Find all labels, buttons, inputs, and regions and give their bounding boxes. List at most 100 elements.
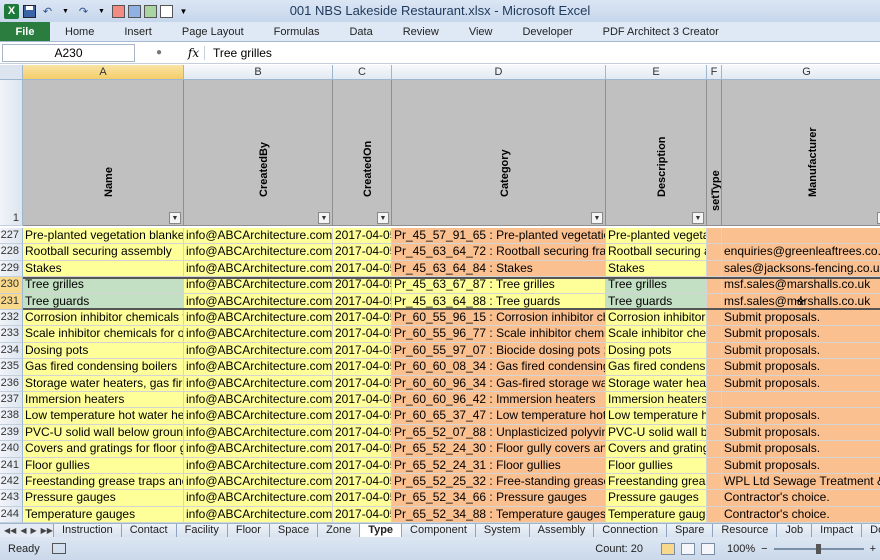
table-cell[interactable]: Corrosion inhibitor chemicals for — [23, 310, 184, 327]
table-cell[interactable]: Pre-planted vegetation blankets — [606, 228, 707, 245]
sheet-tab-instruction[interactable]: Instruction — [52, 524, 121, 537]
tab-insert[interactable]: Insert — [109, 22, 167, 41]
table-cell[interactable]: 2017-04-05T — [333, 293, 392, 310]
table-cell[interactable]: Pr_65_52_34_66 : Pressure gauges — [392, 490, 606, 507]
sheet-tab-floor[interactable]: Floor — [226, 524, 269, 537]
formula-bar-expand-icon[interactable]: ● — [135, 47, 183, 58]
table-cell[interactable]: 2017-04-05T — [333, 408, 392, 425]
table-cell[interactable]: 2017-04-05T — [333, 326, 392, 343]
undo-icon[interactable]: ↶ — [40, 4, 55, 19]
table-cell[interactable]: info@ABCArchitecture.com — [184, 408, 333, 425]
table-cell[interactable]: sales@jacksons-fencing.co.uk — [722, 260, 880, 278]
table-cell[interactable]: Submit proposals. — [722, 408, 880, 425]
table-cell[interactable]: Dosing pots — [606, 342, 707, 360]
table-cell[interactable]: info@ABCArchitecture.com — [184, 326, 333, 343]
filter-dropdown-icon[interactable]: ▼ — [318, 212, 330, 224]
table-cell[interactable]: Freestanding grease traps and c — [23, 474, 184, 491]
table-cell[interactable]: Pr_65_52_34_88 : Temperature gauges — [392, 506, 606, 523]
table-cell[interactable]: Pr_45_63_64_84 : Stakes — [392, 260, 606, 278]
table-cell[interactable]: 2017-04-05T — [333, 424, 392, 442]
row-header[interactable]: 243 — [0, 490, 23, 507]
filter-dropdown-icon[interactable]: ▼ — [692, 212, 704, 224]
table-cell[interactable] — [707, 375, 722, 392]
row-header[interactable]: 239 — [0, 424, 23, 442]
zoom-slider[interactable] — [773, 543, 864, 554]
table-cell[interactable]: Tree guards — [23, 293, 184, 310]
table-cell[interactable] — [722, 228, 880, 245]
table-cell[interactable]: 2017-04-05T — [333, 342, 392, 360]
table-cell[interactable]: info@ABCArchitecture.com — [184, 359, 333, 376]
table-cell[interactable]: 2017-04-05T — [333, 441, 392, 458]
page-break-view-icon[interactable] — [700, 542, 715, 555]
row-header[interactable]: 240 — [0, 441, 23, 458]
table-cell[interactable] — [707, 342, 722, 360]
last-sheet-icon[interactable]: ▶▶ — [41, 526, 53, 535]
row-header[interactable]: 229 — [0, 260, 23, 278]
table-cell[interactable]: Contractor's choice. — [722, 506, 880, 523]
tab-developer[interactable]: Developer — [507, 22, 587, 41]
sheet-tab-connection[interactable]: Connection — [593, 524, 666, 537]
table-cell[interactable] — [707, 310, 722, 327]
table-cell[interactable]: info@ABCArchitecture.com — [184, 277, 333, 294]
tab-view[interactable]: View — [454, 22, 508, 41]
table-cell[interactable]: Submit proposals. — [722, 359, 880, 376]
sheet-tab-type[interactable]: Type — [359, 524, 402, 537]
table-cell[interactable]: Submit proposals. — [722, 375, 880, 392]
table-cell[interactable]: info@ABCArchitecture.com — [184, 260, 333, 278]
table-cell[interactable]: info@ABCArchitecture.com — [184, 441, 333, 458]
column-header-g[interactable]: G — [722, 65, 880, 80]
select-all-corner[interactable] — [0, 65, 23, 80]
table-cell[interactable]: 2017-04-05T — [333, 506, 392, 523]
sheet-tab-system[interactable]: System — [474, 524, 529, 537]
zoom-out-button[interactable]: − — [761, 543, 767, 555]
row-header[interactable]: 227 — [0, 228, 23, 245]
table-cell[interactable]: Pr_60_55_96_15 : Corrosion inhibitor che… — [392, 310, 606, 327]
column-header-b[interactable]: B — [184, 65, 333, 80]
table-cell[interactable] — [707, 277, 722, 294]
table-cell[interactable]: Scale inhibitor chemica — [606, 326, 707, 343]
sheet-tab-space[interactable]: Space — [268, 524, 318, 537]
insert-function-button[interactable]: fx — [183, 45, 205, 60]
sheet-tab-component[interactable]: Component — [401, 524, 475, 537]
table-cell[interactable]: info@ABCArchitecture.com — [184, 342, 333, 360]
table-cell[interactable]: Pr_45_63_67_87 : Tree grilles — [392, 277, 606, 294]
column-header-d[interactable]: D — [392, 65, 606, 80]
row-header[interactable]: 244 — [0, 506, 23, 523]
table-cell[interactable] — [707, 359, 722, 376]
sheet-tab-contact[interactable]: Contact — [120, 524, 176, 537]
table-cell[interactable]: Pr_60_55_97_07 : Biocide dosing pots ; P… — [392, 342, 606, 360]
row-header[interactable]: 230 — [0, 277, 23, 294]
table-cell[interactable]: Pr_60_55_96_77 : Scale inhibitor chemica… — [392, 326, 606, 343]
redo-icon[interactable]: ↷ — [76, 4, 91, 19]
table-cell[interactable] — [707, 441, 722, 458]
row-header[interactable]: 231 — [0, 293, 23, 310]
table-cell[interactable] — [707, 506, 722, 523]
zoom-level[interactable]: 100% — [727, 543, 755, 555]
table-cell[interactable]: Pr_60_60_96_34 : Gas-fired storage water… — [392, 375, 606, 392]
table-cell[interactable]: info@ABCArchitecture.com — [184, 506, 333, 523]
table-cell[interactable]: Contractor's choice. — [722, 490, 880, 507]
table-cell[interactable]: Submit proposals. — [722, 310, 880, 327]
table-cell[interactable]: 2017-04-05T — [333, 490, 392, 507]
table-cell[interactable]: info@ABCArchitecture.com — [184, 375, 333, 392]
page-layout-view-icon[interactable] — [680, 542, 695, 555]
table-cell[interactable]: Dosing pots — [23, 342, 184, 360]
redo-dropdown-icon[interactable]: ▼ — [94, 4, 109, 19]
table-cell[interactable]: Rootball securing assembly — [606, 244, 707, 261]
sheet-tab-spare[interactable]: Spare — [665, 524, 713, 537]
table-cell[interactable] — [707, 244, 722, 261]
table-cell[interactable]: Floor gullies — [606, 457, 707, 474]
table-cell[interactable]: PVC-U solid wall below — [606, 424, 707, 442]
table-cell[interactable]: Pressure gauges — [23, 490, 184, 507]
table-cell[interactable]: info@ABCArchitecture.com — [184, 490, 333, 507]
sheet-tab-documen[interactable]: Documen — [861, 524, 880, 537]
table-cell[interactable]: info@ABCArchitecture.com — [184, 457, 333, 474]
spreadsheet-grid[interactable]: A B C D E F G 1 Name ▼ CreatedBy ▼ CreatedOn ▼ Categor… — [0, 65, 880, 523]
table-cell[interactable]: info@ABCArchitecture.com — [184, 228, 333, 245]
row-header[interactable]: 232 — [0, 310, 23, 327]
first-sheet-icon[interactable]: ◀◀ — [4, 526, 16, 535]
table-cell[interactable]: 2017-04-05T — [333, 260, 392, 278]
normal-view-icon[interactable] — [660, 542, 675, 555]
tab-formulas[interactable]: Formulas — [259, 22, 335, 41]
table-cell[interactable]: Low temperature hot water heat — [23, 408, 184, 425]
